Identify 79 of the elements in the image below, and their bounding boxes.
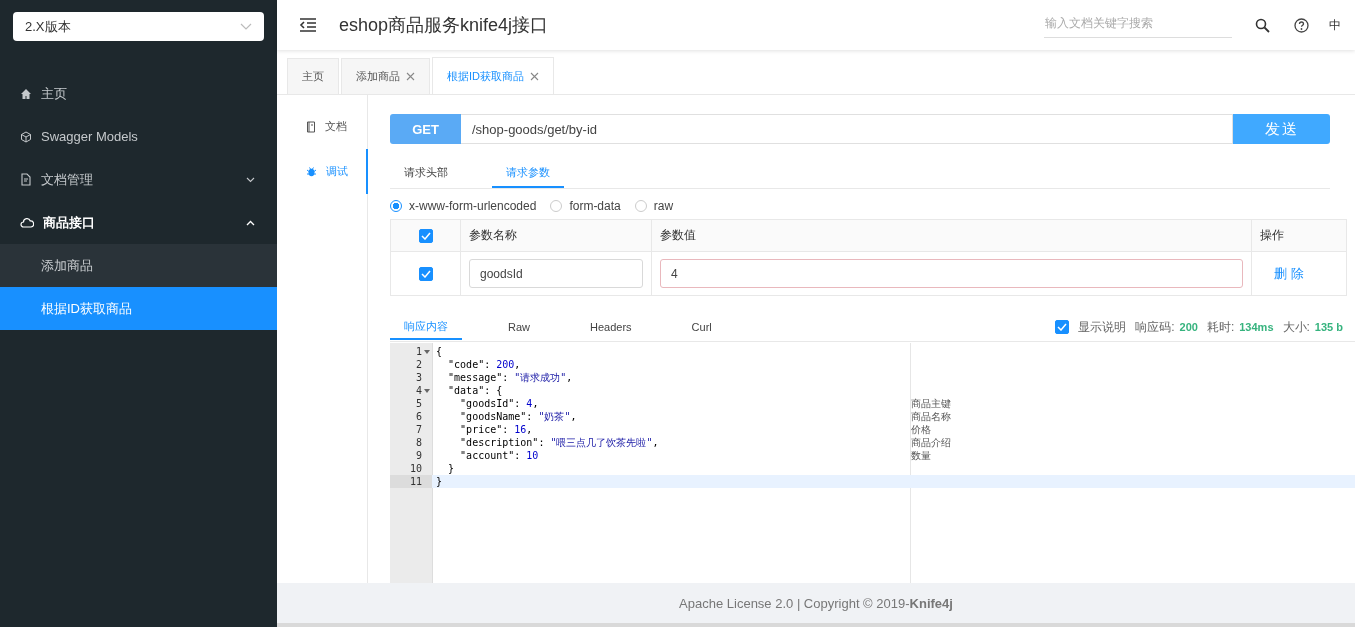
meta-label: 大小: (1282, 318, 1310, 336)
field-note: 商品主键 (911, 396, 951, 411)
line-number: 9 (415, 450, 422, 461)
line-number: 1 (415, 346, 422, 357)
code-line: "data": { (447, 385, 503, 396)
document-icon (306, 120, 316, 133)
field-note: 数量 (911, 448, 931, 463)
page-tab[interactable]: 主页 (287, 58, 339, 94)
column-header: 参数名称 (469, 228, 517, 242)
show-notes-checkbox[interactable] (1055, 320, 1070, 334)
field-note: 商品介绍 (911, 435, 951, 450)
field-note: 价格 (911, 422, 931, 437)
content-type-radio[interactable]: x-www-form-urlencoded (390, 199, 537, 213)
code-line: "price": 16, (459, 424, 533, 435)
param-value-field[interactable]: 4 (660, 259, 1243, 288)
chevron-down-icon (246, 176, 255, 183)
sidebar-item[interactable]: 主页 (0, 72, 277, 115)
response-tab[interactable]: Curl (677, 315, 726, 339)
chevron-down-icon (240, 22, 252, 31)
url-field[interactable]: /shop-goods/get/by-id (461, 114, 1233, 144)
line-number: 11 (409, 476, 422, 487)
line-number: 4 (415, 385, 422, 396)
sidebar-subitem[interactable]: 添加商品 (0, 244, 277, 287)
field-note: 商品名称 (911, 409, 951, 424)
search-icon[interactable] (1255, 17, 1270, 33)
code-line: "message": "请求成功", (447, 370, 573, 385)
page-tab[interactable]: 添加商品 (341, 58, 430, 94)
meta-label: 耗时: (1206, 318, 1235, 336)
line-number: 5 (415, 398, 422, 409)
home-icon (20, 87, 32, 100)
doc-nav-item[interactable]: 文档 (277, 104, 368, 149)
code-line: "goodsId": 4, (459, 398, 539, 409)
checkbox-label: 显示说明 (1078, 318, 1127, 336)
line-number: 8 (415, 437, 422, 448)
column-header: 参数值 (660, 228, 696, 242)
page-title: eshop商品服务knife4j接口 (339, 14, 550, 37)
bug-icon (306, 166, 317, 177)
cloud-icon (20, 216, 34, 229)
sidebar-item[interactable]: Swagger Models (0, 115, 277, 158)
method-badge: GET (390, 114, 461, 144)
response-tab[interactable]: Raw (494, 315, 544, 339)
language-button[interactable]: 中 (1329, 16, 1341, 34)
status-code: 200 (1179, 321, 1198, 333)
code-line: { (435, 346, 443, 357)
select-all-checkbox[interactable] (418, 228, 433, 243)
code-line: "code": 200, (447, 359, 521, 370)
request-tab[interactable]: 请求头部 (390, 160, 462, 188)
code-line: } (435, 476, 443, 487)
fold-arrow-icon[interactable] (424, 388, 430, 393)
sidebar-item[interactable]: 文档管理 (0, 158, 277, 201)
version-select[interactable]: 2.X版本 (13, 12, 264, 41)
code-line: } (447, 463, 455, 474)
line-number: 7 (415, 424, 422, 435)
document-icon (20, 173, 32, 186)
line-number: 2 (415, 359, 422, 370)
chevron-up-icon (246, 219, 255, 226)
content-type-radio[interactable]: raw (634, 199, 674, 213)
response-size: 135 b (1314, 321, 1343, 333)
sidebar-item[interactable]: 商品接口 (0, 201, 277, 244)
response-time: 134ms (1239, 321, 1274, 333)
line-number: 3 (415, 372, 422, 383)
line-number: 6 (415, 411, 422, 422)
meta-label: 响应码: (1135, 318, 1175, 336)
code-line: "account": 10 (459, 450, 539, 461)
menu-icon[interactable] (299, 18, 317, 32)
footer-text: Apache License 2.0 | Copyright © 2019-Knife4j (679, 595, 953, 611)
row-checkbox[interactable] (418, 266, 433, 281)
close-icon[interactable] (406, 72, 415, 81)
close-icon[interactable] (530, 71, 539, 81)
response-tab[interactable]: Headers (576, 315, 646, 339)
param-name-field[interactable]: goodsId (469, 259, 643, 288)
column-header: 操作 (1260, 228, 1284, 242)
fold-arrow-icon[interactable] (424, 349, 430, 354)
line-number: 10 (409, 463, 422, 474)
cube-icon (20, 130, 32, 143)
code-line: "goodsName": "奶茶", (459, 409, 577, 424)
help-icon[interactable] (1294, 17, 1309, 33)
code-line: "description": "喂三点几了饮茶先啦", (459, 435, 659, 450)
content-type-radio[interactable]: form-data (550, 199, 621, 213)
